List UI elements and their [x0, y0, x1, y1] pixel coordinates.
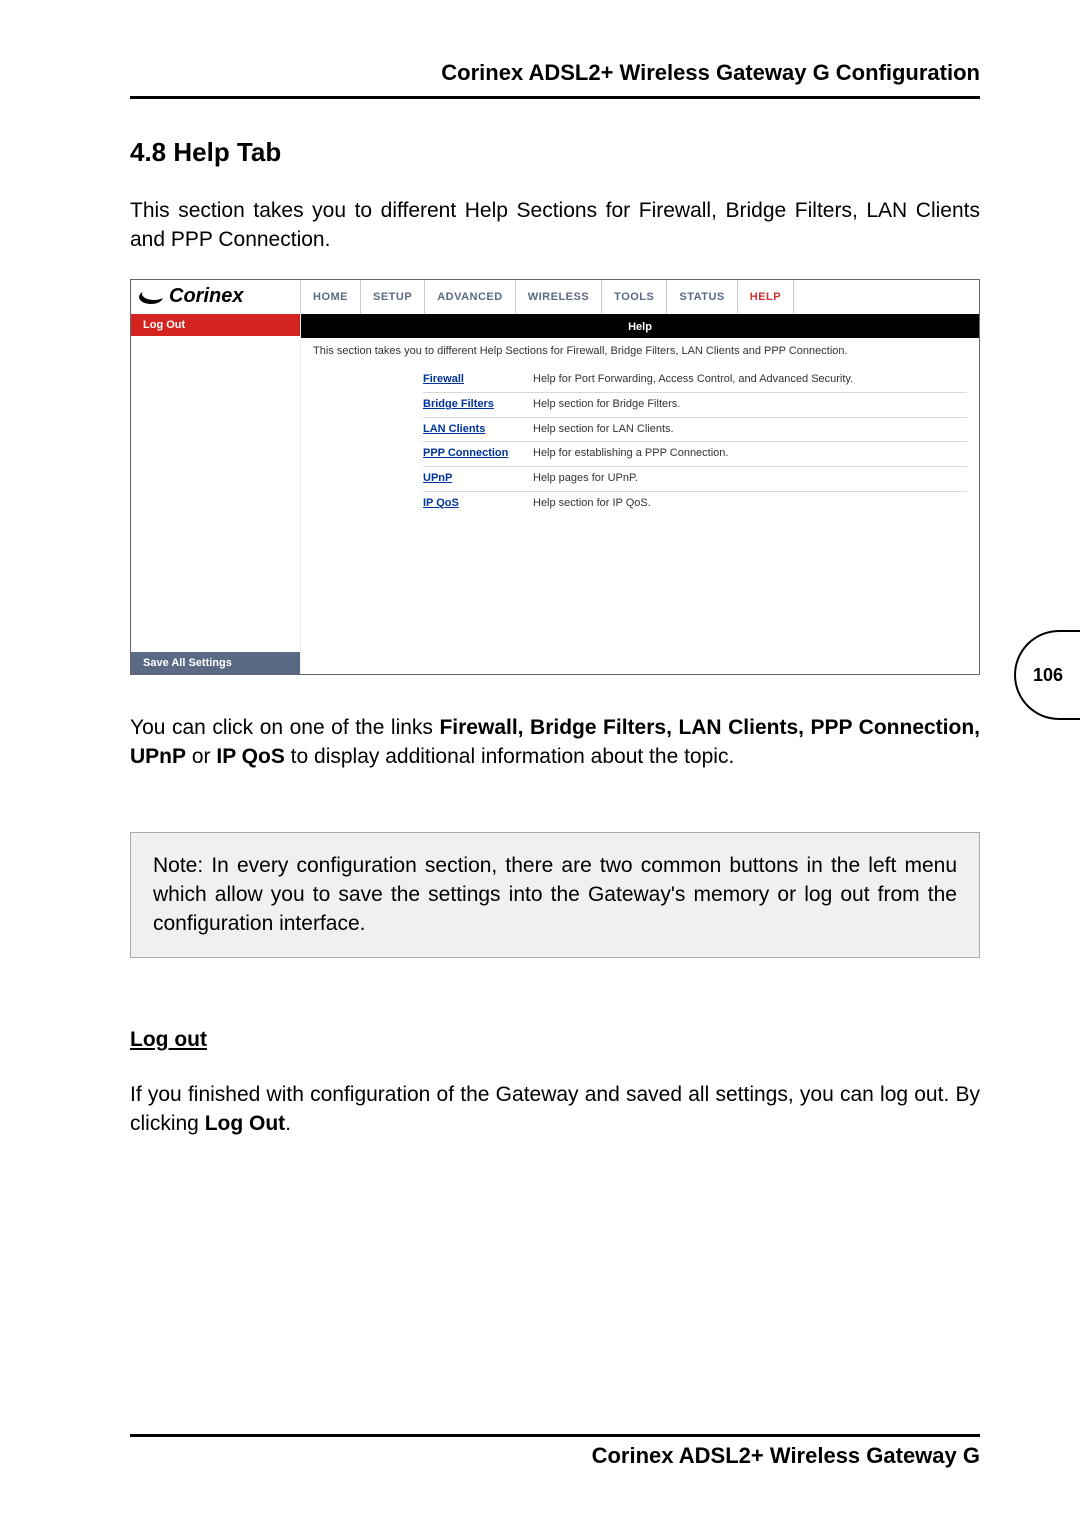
after-post: to display additional information about … — [285, 745, 734, 768]
sidebar: Log Out Save All Settings — [131, 314, 301, 674]
save-all-button[interactable]: Save All Settings — [131, 652, 300, 674]
help-row-ipqos: IP QoS Help section for IP QoS. — [423, 492, 967, 516]
nav-spacer — [794, 280, 979, 314]
help-table: Firewall Help for Port Forwarding, Acces… — [423, 368, 967, 516]
after-mid: or — [186, 745, 216, 768]
logo: Corinex — [131, 280, 301, 314]
help-row-ppp: PPP Connection Help for establishing a P… — [423, 442, 967, 467]
router-ui-screenshot: Corinex HOME SETUP ADVANCED WIRELESS TOO… — [130, 279, 980, 675]
nav-tools[interactable]: TOOLS — [602, 280, 667, 314]
intro-paragraph: This section takes you to different Help… — [130, 196, 980, 255]
nav-advanced[interactable]: ADVANCED — [425, 280, 516, 314]
desc-upnp: Help pages for UPnP. — [533, 472, 967, 486]
nav-home[interactable]: HOME — [301, 280, 361, 314]
desc-lan-clients: Help section for LAN Clients. — [533, 423, 967, 437]
link-ppp-connection[interactable]: PPP Connection — [423, 447, 533, 461]
logout-post: . — [285, 1112, 291, 1135]
link-lan-clients[interactable]: LAN Clients — [423, 423, 533, 437]
logo-text: Corinex — [169, 285, 243, 308]
note-box: Note: In every configuration section, th… — [130, 832, 980, 958]
page-header: Corinex ADSL2+ Wireless Gateway G Config… — [130, 60, 980, 99]
after-screenshot-paragraph: You can click on one of the links Firewa… — [130, 713, 980, 772]
link-ip-qos[interactable]: IP QoS — [423, 497, 533, 511]
desc-ppp-connection: Help for establishing a PPP Connection. — [533, 447, 967, 461]
help-row-firewall: Firewall Help for Port Forwarding, Acces… — [423, 368, 967, 393]
sidebar-spacer — [131, 336, 300, 652]
logo-swoosh-icon — [139, 288, 165, 306]
note-body: : In every configuration section, there … — [153, 854, 957, 936]
nav-setup[interactable]: SETUP — [361, 280, 425, 314]
nav-wireless[interactable]: WIRELESS — [516, 280, 602, 314]
help-row-bridge: Bridge Filters Help section for Bridge F… — [423, 393, 967, 418]
link-upnp[interactable]: UPnP — [423, 472, 533, 486]
link-bridge-filters[interactable]: Bridge Filters — [423, 398, 533, 412]
page-footer: Corinex ADSL2+ Wireless Gateway G — [130, 1434, 980, 1469]
content-area: Help This section takes you to different… — [301, 314, 979, 674]
help-row-upnp: UPnP Help pages for UPnP. — [423, 467, 967, 492]
content-intro: This section takes you to different Help… — [313, 344, 967, 358]
desc-firewall: Help for Port Forwarding, Access Control… — [533, 373, 967, 387]
nav-bar: Corinex HOME SETUP ADVANCED WIRELESS TOO… — [131, 280, 979, 314]
footer-divider — [130, 1434, 980, 1437]
after-pre: You can click on one of the links — [130, 716, 439, 739]
logout-bold: Log Out — [205, 1112, 285, 1135]
nav-status[interactable]: STATUS — [667, 280, 737, 314]
logout-paragraph: If you finished with configuration of th… — [130, 1080, 980, 1139]
link-firewall[interactable]: Firewall — [423, 373, 533, 387]
help-row-lan: LAN Clients Help section for LAN Clients… — [423, 418, 967, 443]
after-bold2: IP QoS — [216, 745, 284, 768]
logout-button[interactable]: Log Out — [131, 314, 300, 336]
footer-title: Corinex ADSL2+ Wireless Gateway G — [130, 1443, 980, 1469]
note-label: Note — [153, 854, 197, 877]
content-title: Help — [301, 314, 979, 338]
logout-heading: Log out — [130, 1028, 980, 1052]
section-heading: 4.8 Help Tab — [130, 137, 980, 168]
nav-help[interactable]: HELP — [738, 280, 794, 314]
desc-ip-qos: Help section for IP QoS. — [533, 497, 967, 511]
desc-bridge-filters: Help section for Bridge Filters. — [533, 398, 967, 412]
